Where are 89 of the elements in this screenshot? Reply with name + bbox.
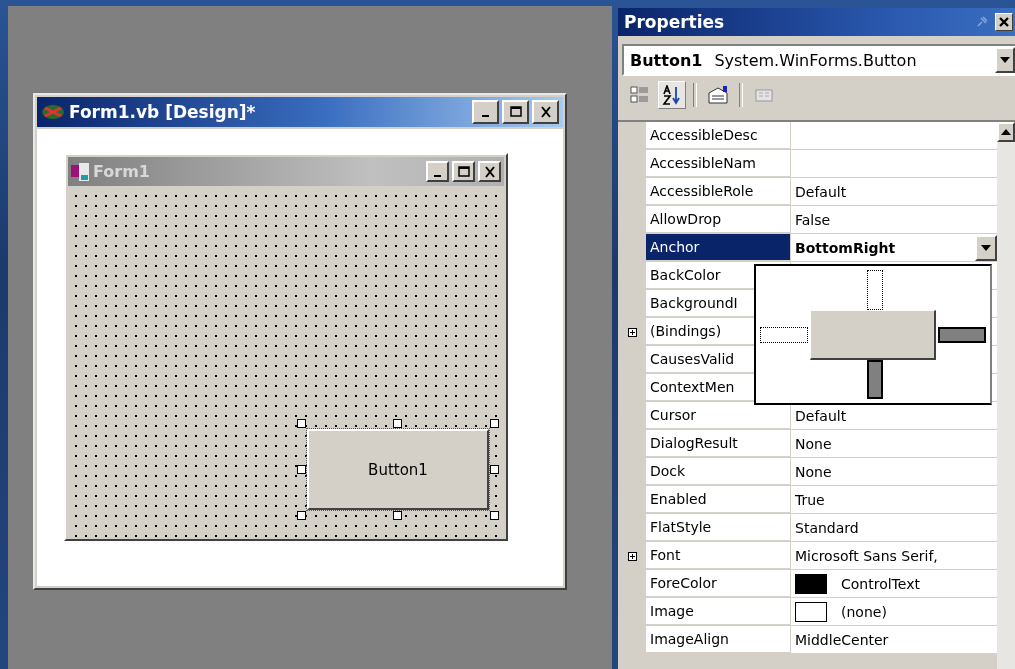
property-name: Font (646, 542, 791, 569)
property-row[interactable]: Image (none) (646, 598, 997, 626)
property-name: Enabled (646, 486, 791, 513)
property-value: Standard (795, 519, 860, 536)
property-name: ForeColor (646, 570, 791, 597)
arrow-up-icon (1001, 129, 1011, 135)
property-name: DialogResult (646, 430, 791, 457)
maximize-button[interactable] (502, 100, 529, 124)
minimize-icon (482, 115, 489, 117)
minimize-button[interactable] (426, 161, 449, 182)
resize-handle[interactable] (490, 465, 499, 474)
property-row[interactable]: Font Microsoft Sans Serif, (646, 542, 997, 570)
property-row[interactable]: Enabled True (646, 486, 997, 514)
maximize-button[interactable] (452, 161, 475, 182)
object-name: Button1 (630, 50, 703, 70)
property-value: Microsoft Sans Serif, (795, 547, 939, 564)
close-button[interactable] (532, 100, 559, 124)
sort-az-icon (662, 85, 682, 105)
close-icon (998, 16, 1010, 28)
maximize-icon (508, 106, 523, 118)
alphabetical-button[interactable] (658, 81, 686, 109)
property-row[interactable]: FlatStyle Standard (646, 514, 997, 542)
property-name: AccessibleRole (646, 178, 791, 205)
caret-icon (981, 244, 991, 251)
property-row[interactable]: Cursor Default (646, 402, 997, 430)
property-row[interactable]: ImageAlign MiddleCenter (646, 626, 997, 654)
property-value: True (795, 491, 826, 508)
property-value: BottomRight (795, 239, 897, 256)
resize-handle[interactable] (490, 511, 499, 520)
property-name: Dock (646, 458, 791, 485)
expand-icon[interactable] (627, 551, 637, 561)
close-button[interactable] (478, 161, 501, 182)
resize-handle[interactable] (297, 419, 306, 428)
close-button[interactable] (995, 13, 1013, 31)
anchor-top-toggle[interactable] (867, 270, 883, 310)
resize-handle[interactable] (490, 419, 499, 428)
property-name: AccessibleNam (646, 150, 791, 177)
property-row[interactable]: DialogResult None (646, 430, 997, 458)
anchor-left-toggle[interactable] (760, 326, 808, 343)
form-icon (71, 162, 89, 181)
anchor-right-toggle[interactable] (938, 326, 986, 343)
panel-title: Properties (624, 12, 726, 32)
object-selector[interactable]: Button1 System.WinForms.Button (622, 44, 1015, 76)
dropdown-button[interactable] (995, 47, 1015, 73)
property-pages-icon (707, 85, 729, 105)
property-row[interactable]: ForeColor ControlText (646, 570, 997, 598)
caret-icon (1000, 57, 1010, 63)
property-row[interactable]: Anchor BottomRight (646, 234, 997, 262)
maximize-icon (456, 165, 471, 178)
property-value: Default (795, 407, 848, 424)
resize-handle[interactable] (297, 465, 306, 474)
resize-handle[interactable] (297, 511, 306, 520)
close-icon (482, 165, 497, 178)
project-icon (41, 104, 65, 120)
form-title: Form1 (93, 162, 151, 181)
property-name: AllowDrop (646, 206, 791, 233)
minimize-icon (434, 174, 441, 177)
property-name: ImageAlign (646, 626, 791, 653)
property-row[interactable]: AccessibleRole Default (646, 178, 997, 206)
form-window[interactable]: Form1 Button1 (64, 153, 508, 541)
property-value: None (795, 463, 833, 480)
property-value: None (795, 435, 833, 452)
property-row[interactable]: AccessibleNam (646, 150, 997, 178)
property-row[interactable]: AccessibleDesc (646, 122, 997, 150)
object-type: System.WinForms.Button (714, 50, 918, 70)
property-value: Default (795, 183, 848, 200)
window-title: Form1.vb [Design]* (69, 102, 257, 122)
property-value: False (795, 211, 832, 228)
category-list-icon (630, 85, 650, 105)
scrollbar[interactable] (997, 122, 1015, 669)
property-value: (none) (841, 603, 888, 620)
property-row[interactable]: AllowDrop False (646, 206, 997, 234)
resize-handle[interactable] (393, 419, 402, 428)
anchor-bottom-toggle[interactable] (867, 359, 883, 399)
form-button[interactable]: Button1 (307, 429, 489, 510)
property-name: Image (646, 598, 791, 625)
property-name: Cursor (646, 402, 791, 429)
close-icon (538, 106, 553, 118)
resize-handle[interactable] (393, 511, 402, 520)
expand-icon[interactable] (627, 327, 637, 337)
property-name: FlatStyle (646, 514, 791, 541)
property-name: Anchor (646, 234, 791, 261)
property-row[interactable]: Dock None (646, 458, 997, 486)
scroll-up-button[interactable] (997, 122, 1015, 142)
minimize-button[interactable] (472, 100, 499, 124)
property-value: ControlText (841, 575, 921, 592)
property-value: MiddleCenter (795, 631, 890, 648)
dropdown-button[interactable] (975, 234, 997, 261)
property-name: AccessibleDesc (646, 122, 791, 149)
